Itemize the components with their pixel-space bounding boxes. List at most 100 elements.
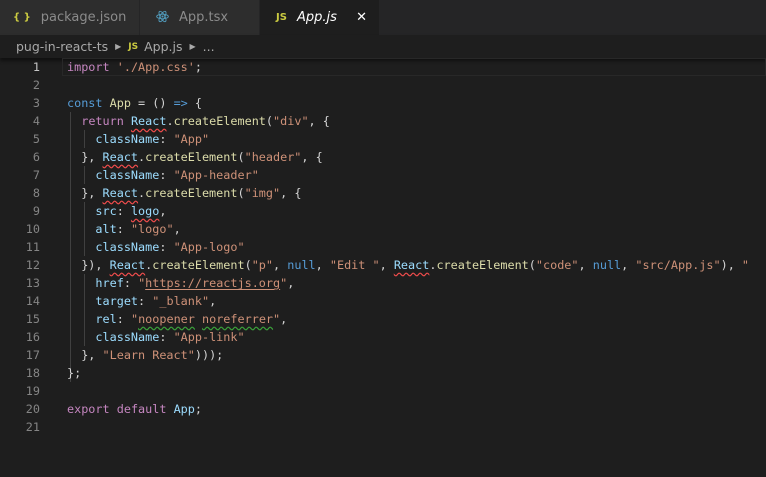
code-text: className: "App-header" xyxy=(67,166,258,184)
code-text: }; xyxy=(67,364,81,382)
code-line: 3 const App = () => { xyxy=(0,94,766,112)
code-text: alt: "logo", xyxy=(67,220,180,238)
line-number: 12 xyxy=(25,258,40,272)
code-token: React xyxy=(109,258,146,272)
code-token: import xyxy=(67,60,110,74)
tab-bar: { } package.json App.tsx JS App.js ✕ xyxy=(0,0,766,35)
code-line: 5 className: "App" xyxy=(0,130,766,148)
code-line: 11 className: "App-logo" xyxy=(0,238,766,256)
code-line: 21 xyxy=(0,418,766,436)
code-token: , xyxy=(287,276,295,290)
code-line: 6 }, React.createElement("header", { xyxy=(0,148,766,166)
breadcrumb-file[interactable]: App.js xyxy=(144,39,182,54)
code-token: "logo" xyxy=(130,222,174,236)
code-text: rel: "noopener noreferrer", xyxy=(67,310,287,328)
tab-label: package.json xyxy=(40,10,127,25)
code-token: React xyxy=(130,114,167,128)
tab-package-json[interactable]: { } package.json xyxy=(0,0,140,35)
code-token: "code" xyxy=(535,258,579,272)
code-token: logo xyxy=(130,204,160,218)
code-line: 1 import './App.css'; xyxy=(0,58,766,76)
breadcrumb-more[interactable]: ... xyxy=(203,39,215,54)
code-line: 16 className: "App-link" xyxy=(0,328,766,346)
code-token: : xyxy=(123,276,139,290)
code-text: className: "App" xyxy=(67,130,209,148)
line-number: 17 xyxy=(25,348,40,362)
code-token: : xyxy=(159,330,174,344)
line-number: 5 xyxy=(32,132,40,146)
code-token: }, xyxy=(67,150,103,164)
code-token: "Learn React" xyxy=(102,348,195,362)
code-token: href xyxy=(95,276,124,290)
code-token: React xyxy=(393,258,430,272)
line-number: 21 xyxy=(25,420,40,434)
code-token: src xyxy=(95,204,117,218)
code-token: }), xyxy=(67,258,110,272)
chevron-right-icon: ▶ xyxy=(189,42,196,51)
code-token: rel xyxy=(95,312,117,326)
code-token: , xyxy=(621,258,636,272)
code-token: ( xyxy=(528,258,536,272)
code-token: : xyxy=(116,204,131,218)
line-number: 2 xyxy=(32,78,40,92)
code-token: null xyxy=(287,258,316,272)
code-line: 15 rel: "noopener noreferrer", xyxy=(0,310,766,328)
line-number: 13 xyxy=(25,276,40,290)
code-token: . xyxy=(166,114,174,128)
code-text: export default App; xyxy=(67,400,202,418)
line-number: 1 xyxy=(32,60,40,74)
code-token: "App-logo" xyxy=(173,240,245,254)
breadcrumb: pug-in-react-ts ▶ JS App.js ▶ ... xyxy=(0,35,766,58)
code-token: App xyxy=(109,96,131,110)
close-icon[interactable]: ✕ xyxy=(356,10,367,25)
code-token: , xyxy=(280,312,288,326)
code-line: 7 className: "App-header" xyxy=(0,166,766,184)
code-token: = () xyxy=(130,96,174,110)
code-token: ( xyxy=(265,114,274,128)
code-line: 20 export default App; xyxy=(0,400,766,418)
code-token: ), xyxy=(720,258,742,272)
code-text: className: "App-logo" xyxy=(67,238,245,256)
line-number: 15 xyxy=(25,312,40,326)
line-number: 19 xyxy=(25,384,40,398)
code-token: default xyxy=(116,402,167,416)
code-line: 13 href: "https://reactjs.org", xyxy=(0,274,766,292)
code-token: , xyxy=(209,294,217,308)
tab-app-tsx[interactable]: App.tsx xyxy=(140,0,260,35)
line-number: 16 xyxy=(25,330,40,344)
code-token: createElement xyxy=(152,258,245,272)
code-editor[interactable]: 1 import './App.css'; 2 3 const App = () => … xyxy=(0,58,766,477)
code-token: React xyxy=(102,186,139,200)
code-token: App xyxy=(173,402,195,416)
line-number: 10 xyxy=(25,222,40,236)
code-token: , { xyxy=(280,186,302,200)
tab-app-js[interactable]: JS App.js ✕ xyxy=(260,0,380,35)
code-token: https://reactjs.org xyxy=(145,276,281,290)
code-token: }, xyxy=(67,348,103,362)
breadcrumb-folder[interactable]: pug-in-react-ts xyxy=(16,39,108,54)
tab-label: App.tsx xyxy=(179,10,229,25)
code-token: : xyxy=(116,312,131,326)
code-token: , xyxy=(379,258,394,272)
code-text: import './App.css'; xyxy=(67,58,202,76)
code-token: ( xyxy=(237,186,245,200)
code-token: ( xyxy=(237,150,245,164)
code-token: "App-link" xyxy=(173,330,245,344)
code-token: }, xyxy=(67,186,103,200)
code-token: , xyxy=(315,258,330,272)
line-number: 14 xyxy=(25,294,40,308)
code-token: , xyxy=(159,204,167,218)
line-number: 8 xyxy=(32,186,40,200)
js-icon: JS xyxy=(276,12,287,23)
